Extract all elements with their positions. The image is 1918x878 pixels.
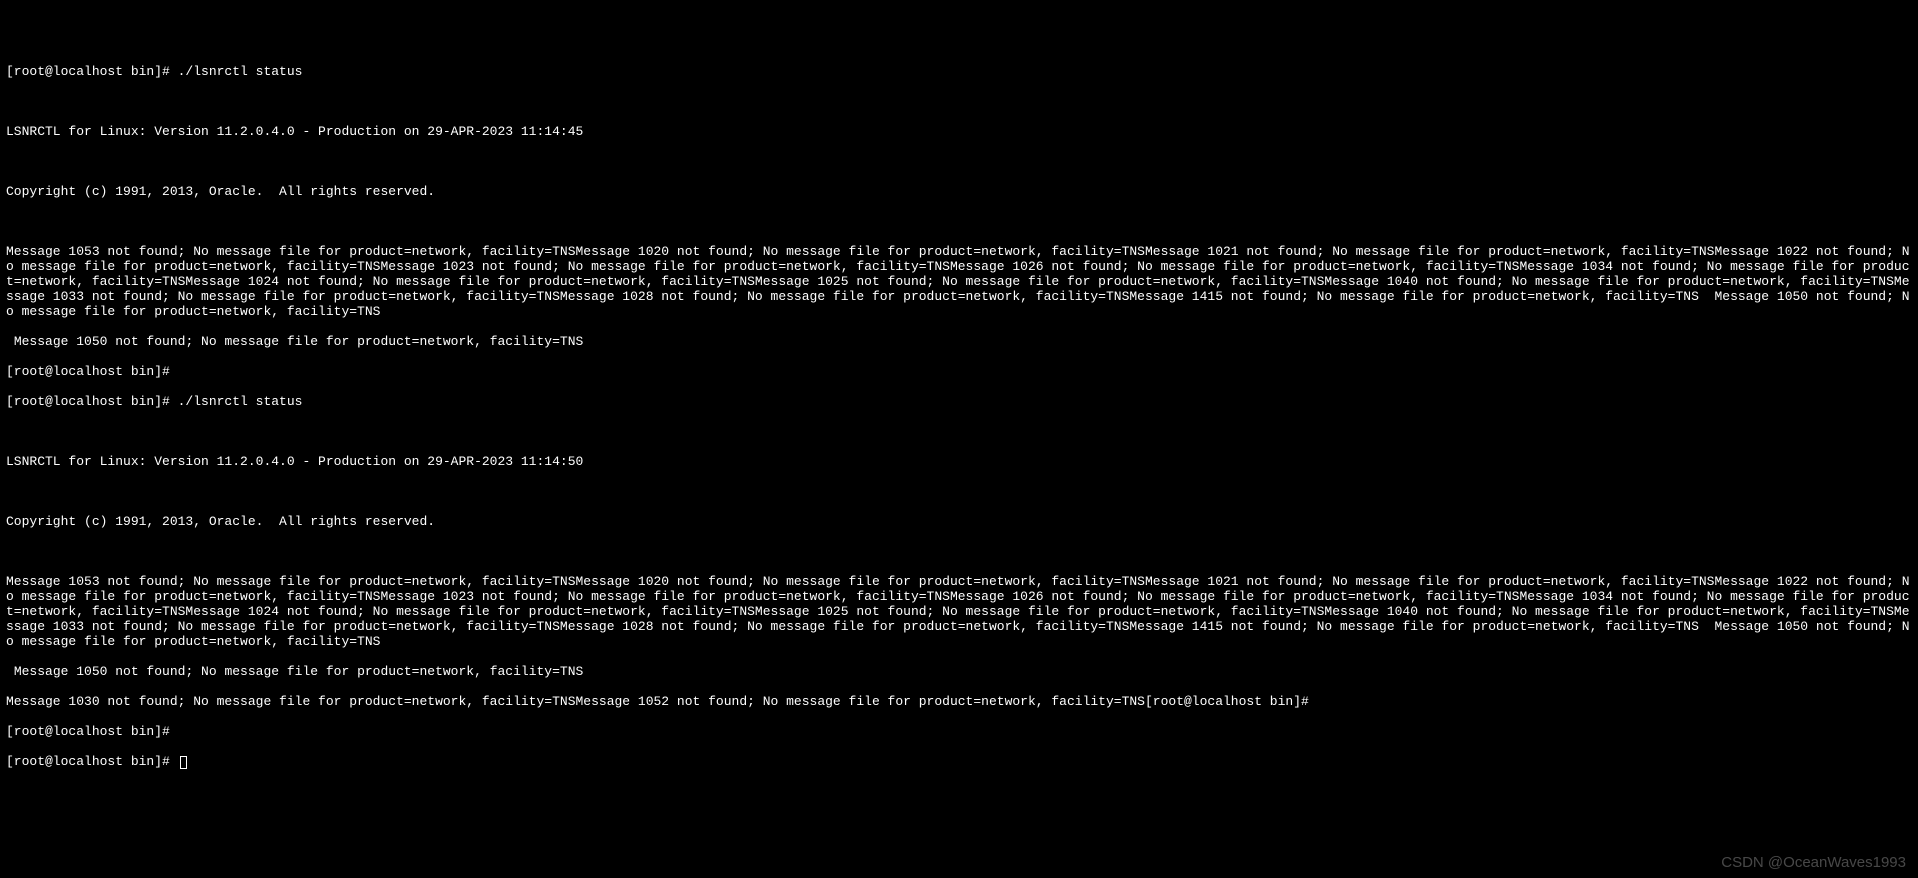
terminal-line-tail1: Message 1050 not found; No message file … (6, 334, 1912, 349)
terminal-line-body1: Message 1053 not found; No message file … (6, 244, 1912, 319)
terminal-line-blank (6, 94, 1912, 109)
terminal-line-prompt-cmd1[interactable]: [root@localhost bin]# ./lsnrctl status (6, 64, 1912, 79)
terminal-line-copyright2: Copyright (c) 1991, 2013, Oracle. All ri… (6, 514, 1912, 529)
terminal-line-body2: Message 1053 not found; No message file … (6, 574, 1912, 649)
terminal-line-tail2: Message 1050 not found; No message file … (6, 664, 1912, 679)
terminal-line-copyright1: Copyright (c) 1991, 2013, Oracle. All ri… (6, 184, 1912, 199)
terminal-line-blank (6, 544, 1912, 559)
watermark-text: CSDN @OceanWaves1993 (1721, 855, 1906, 870)
terminal-line-blank (6, 484, 1912, 499)
terminal-line-blank (6, 214, 1912, 229)
terminal-line-header2: LSNRCTL for Linux: Version 11.2.0.4.0 - … (6, 454, 1912, 469)
terminal-line-prompt-empty2[interactable]: [root@localhost bin]# (6, 724, 1912, 739)
terminal-line-header1: LSNRCTL for Linux: Version 11.2.0.4.0 - … (6, 124, 1912, 139)
terminal-line-prompt-active[interactable]: [root@localhost bin]# (6, 754, 1912, 769)
terminal-prompt-text: [root@localhost bin]# (6, 754, 178, 769)
terminal-line-blank (6, 154, 1912, 169)
cursor-icon (180, 756, 187, 769)
terminal-line-extra2: Message 1030 not found; No message file … (6, 694, 1912, 709)
terminal-line-prompt-empty1[interactable]: [root@localhost bin]# (6, 364, 1912, 379)
terminal-line-prompt-cmd2[interactable]: [root@localhost bin]# ./lsnrctl status (6, 394, 1912, 409)
terminal-line-blank (6, 424, 1912, 439)
